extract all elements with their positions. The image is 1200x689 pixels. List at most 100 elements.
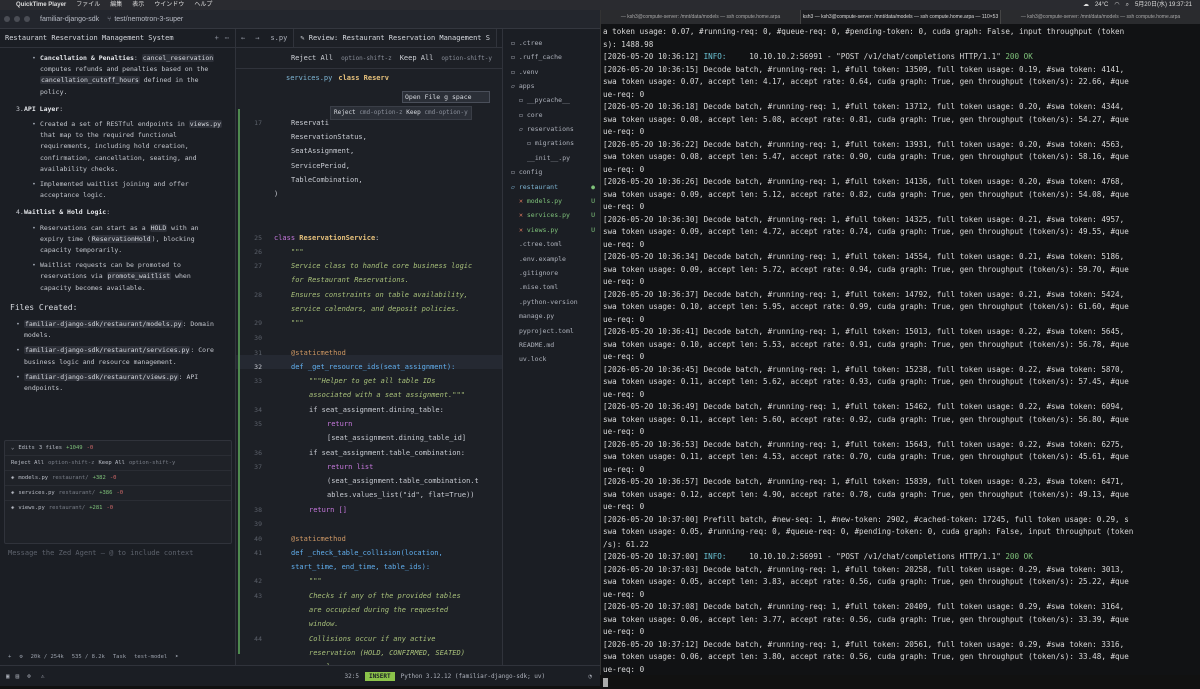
tab-review[interactable]: ✎ Review: Restaurant Reservation Managem… — [294, 29, 497, 47]
weather-icon[interactable]: ☁ — [1083, 0, 1089, 10]
tree-item[interactable]: ▭ .ctree — [511, 39, 542, 47]
hunk-reject-button[interactable]: Reject — [334, 109, 356, 116]
code-line[interactable]: (seat_assignment.table_combination.t — [327, 477, 479, 485]
menu-edit[interactable]: 編集 — [105, 0, 127, 10]
code-line[interactable]: start_time, end_time, table_ids): — [291, 563, 430, 571]
code-line[interactable]: Ensures constraints on table availabilit… — [291, 291, 468, 299]
code-line[interactable]: """ — [291, 319, 304, 327]
minimize-window-button[interactable] — [14, 16, 20, 22]
reject-all-button[interactable]: Reject All — [291, 54, 333, 62]
plus-icon[interactable]: + — [215, 29, 219, 47]
project-name[interactable]: familiar-django-sdk — [40, 16, 99, 23]
terminal-prompt[interactable] — [603, 676, 1199, 689]
code-line[interactable]: def _get_resource_ids(seat_assignment): — [291, 363, 455, 371]
warnings-icon[interactable]: ⚠ — [41, 673, 45, 680]
panel-toggle-icon[interactable]: ▣ — [6, 673, 10, 680]
code-line[interactable]: Collisions occur if any active — [309, 635, 435, 643]
close-window-button[interactable] — [4, 16, 10, 22]
tree-item[interactable]: .python-version — [519, 298, 578, 306]
breadcrumb-symbol[interactable]: class Reserv — [338, 74, 389, 82]
tree-item[interactable]: ▭ migrations — [527, 139, 574, 147]
tree-item[interactable]: __init__.py — [527, 154, 570, 162]
code-line[interactable]: """Helper to get all table IDs — [309, 377, 435, 385]
keep-all-button[interactable]: Keep All — [98, 456, 125, 470]
code-line[interactable]: Service class to handle core business lo… — [291, 262, 472, 270]
code-line[interactable]: ) — [274, 190, 278, 198]
edited-file-row[interactable]: ◈ models.py restaurant/ +382 -0 — [5, 471, 231, 486]
chevron-down-icon[interactable]: ⌄ — [11, 441, 14, 455]
wifi-icon[interactable]: ◠ — [1114, 0, 1119, 10]
message-composer[interactable]: Message the Zed Agent — @ to include con… — [4, 543, 230, 647]
code-line[interactable]: @staticmethod — [291, 349, 346, 357]
add-context-icon[interactable]: + — [8, 649, 11, 665]
tree-item[interactable]: ▭ .ruff_cache — [511, 53, 562, 61]
code-line[interactable]: def _check_table_collision(location, — [291, 549, 443, 557]
branch-name[interactable]: test/nemotron-3-super — [114, 16, 183, 23]
terminal-tab-active[interactable]: ksh3 — ksh3@compute-server: /mnt/data/mo… — [801, 10, 1001, 24]
code-line[interactable]: """ — [309, 577, 322, 585]
code-line[interactable]: """ — [291, 248, 304, 256]
code-line[interactable]: [seat_assignment.dining_table_id] — [327, 434, 466, 442]
tree-item[interactable]: manage.py — [519, 312, 554, 320]
forward-icon[interactable]: → — [250, 34, 264, 42]
more-icon[interactable]: ⋯ — [225, 29, 229, 47]
send-icon[interactable]: ➤ — [175, 649, 178, 665]
code-line[interactable]: Checks if any of the provided tables — [309, 592, 461, 600]
tree-item[interactable]: ▱ apps — [511, 82, 535, 90]
cursor-position[interactable]: 32:5 — [345, 673, 359, 680]
code-line[interactable]: Reservati — [291, 119, 329, 127]
terminal-output[interactable]: a token usage: 0.07, #running-req: 0, #q… — [603, 26, 1199, 689]
tree-item[interactable]: ▭ config — [511, 168, 542, 176]
reject-all-button[interactable]: Reject All — [11, 456, 44, 470]
edits-header[interactable]: ⌄ Edits 3 files +1049 -0 — [5, 441, 231, 456]
breadcrumb[interactable]: services.py class Reserv — [236, 69, 502, 87]
notification-icon[interactable]: ◔ — [588, 673, 592, 680]
code-line[interactable]: service calendars, and deposit policies. — [291, 305, 460, 313]
tree-item[interactable]: .mise.toml — [519, 283, 558, 291]
tab-services[interactable]: s.py — [264, 29, 295, 47]
breadcrumb-file[interactable]: services.py — [286, 74, 332, 82]
code-line[interactable]: class ReservationService: — [274, 234, 379, 242]
clock[interactable]: 5月20日(水) 19:37:21 — [1135, 0, 1192, 10]
code-line[interactable]: ReservationStatus, — [291, 133, 367, 141]
code-line[interactable]: window. — [309, 620, 339, 628]
edited-file-row[interactable]: ◈ views.py restaurant/ +281 -0 — [5, 501, 231, 515]
terminal-icon[interactable]: ▤ — [16, 673, 20, 680]
tree-item[interactable]: README.md — [519, 341, 554, 349]
menu-window[interactable]: ウインドウ — [149, 0, 189, 10]
zoom-window-button[interactable] — [24, 16, 30, 22]
tree-item[interactable]: ▭ .venv — [511, 68, 538, 76]
terminal-tab[interactable]: — ksh3@compute-server: /mnt/data/models … — [601, 10, 801, 24]
terminal-tab[interactable]: — ksh3@compute-server: /mnt/data/models … — [1001, 10, 1200, 24]
code-line[interactable]: if seat_assignment.table_combination: — [309, 449, 465, 457]
tree-item[interactable]: ✕ models.py U — [519, 197, 595, 205]
code-line[interactable]: TableCombination, — [291, 176, 363, 184]
code-line[interactable]: ServicePeriod, — [291, 162, 350, 170]
menu-view[interactable]: 表示 — [127, 0, 149, 10]
menu-help[interactable]: ヘルプ — [189, 0, 217, 10]
tree-item[interactable]: uv.lock — [519, 355, 546, 363]
mode-selector[interactable]: Task — [113, 649, 126, 665]
code-line[interactable]: for Restaurant Reservations. — [291, 276, 409, 284]
menu-app-name[interactable]: QuickTime Player — [11, 0, 71, 10]
tree-item[interactable]: ✕ services.py U — [519, 211, 595, 219]
code-line[interactable]: are occupied during the requested — [309, 606, 448, 614]
tree-item[interactable]: ▭ core — [519, 111, 543, 119]
tree-item[interactable]: ▭ __pycache__ — [519, 96, 570, 104]
code-line[interactable]: @staticmethod — [291, 535, 346, 543]
code-line[interactable]: associated with a seat assignment.""" — [309, 391, 465, 399]
tree-item[interactable]: ▱ restaurant ● — [511, 183, 595, 191]
tree-item[interactable]: ▱ reservations — [519, 125, 574, 133]
code-line[interactable]: if seat_assignment.dining_table: — [309, 406, 444, 414]
code-line[interactable]: ables.values_list("id", flat=True)) — [327, 491, 475, 499]
code-line[interactable]: return list — [327, 463, 373, 471]
tree-item[interactable]: pyproject.toml — [519, 327, 574, 335]
code-line[interactable]: reservation (HOLD, CONFIRMED, SEATED) — [309, 649, 465, 657]
code-line[interactable]: SeatAssignment, — [291, 147, 354, 155]
tree-item[interactable]: .ctree.toml — [519, 240, 562, 248]
open-file-popup[interactable]: Open File g space — [402, 91, 490, 103]
search-icon[interactable]: ⌕ — [1126, 0, 1129, 10]
model-selector[interactable]: test-model — [134, 649, 167, 665]
errors-icon[interactable]: ⊗ — [27, 673, 31, 680]
code-line[interactable]: return — [327, 420, 352, 428]
